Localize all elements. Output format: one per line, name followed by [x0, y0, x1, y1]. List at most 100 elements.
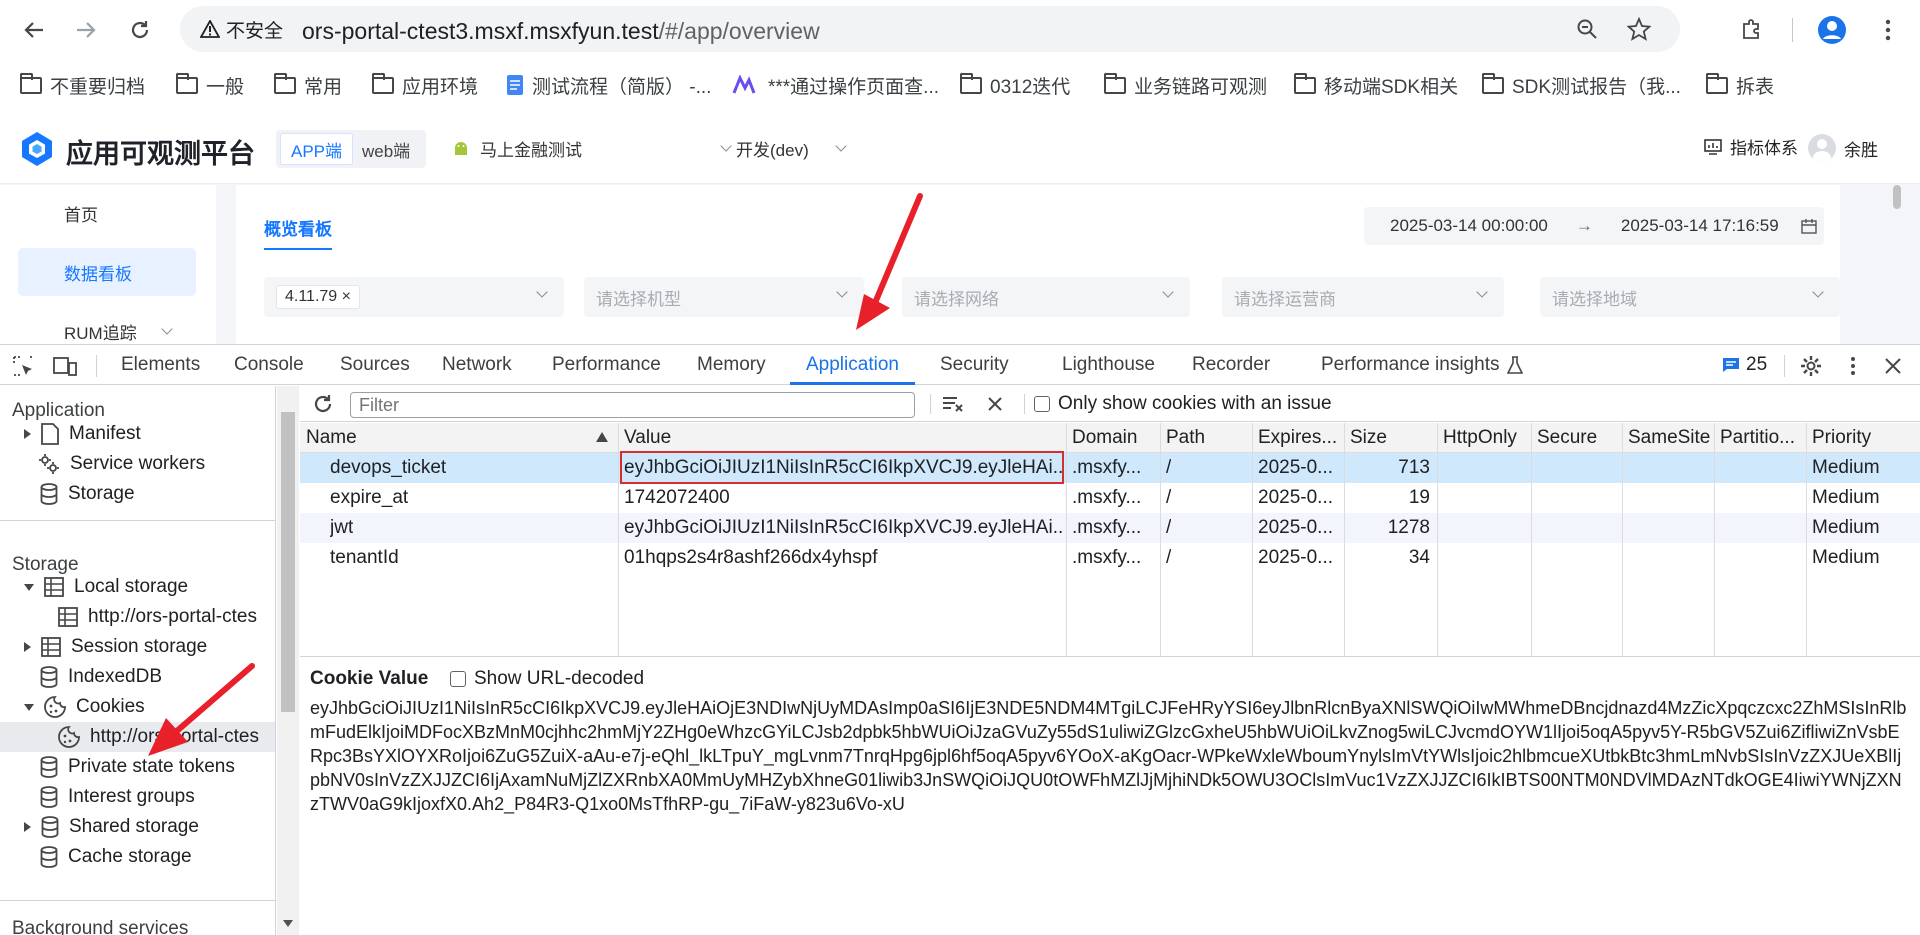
col-samesite[interactable]: SameSite [1628, 427, 1710, 449]
only-issue-checkbox[interactable] [1034, 396, 1050, 412]
page-scrollbar[interactable] [1893, 185, 1901, 209]
bookmark-item[interactable]: ***通过操作页面查... [732, 70, 939, 100]
tab-performance-insights[interactable]: Performance insights [1321, 345, 1524, 385]
show-decoded-row[interactable]: Show URL-decoded [450, 668, 644, 690]
side-item-home[interactable]: 首页 [18, 189, 196, 237]
col-value[interactable]: Value [624, 427, 671, 449]
tab-network[interactable]: Network [442, 345, 512, 385]
tab-sources[interactable]: Sources [340, 345, 410, 385]
tree-storage[interactable]: Storage [40, 479, 135, 509]
bookmark-item[interactable]: 一般 [176, 70, 244, 100]
devtools-menu-icon[interactable] [1840, 353, 1866, 379]
filter-input[interactable] [350, 392, 915, 418]
bookmark-item[interactable]: 测试流程（简版） -... [506, 70, 711, 100]
column-divider[interactable] [618, 423, 619, 656]
date-range-picker[interactable]: 2025-03-14 00:00:00 → 2025-03-14 17:16:5… [1364, 207, 1824, 245]
extensions-icon[interactable] [1734, 12, 1770, 48]
tree-shared-storage[interactable]: Shared storage [24, 812, 199, 842]
tree-indexeddb[interactable]: IndexedDB [40, 662, 162, 692]
bookmark-item[interactable]: SDK测试报告（我... [1482, 70, 1681, 100]
column-divider[interactable] [1806, 423, 1807, 656]
carrier-select[interactable]: 请选择运营商 [1222, 277, 1504, 317]
tab-performance[interactable]: Performance [552, 345, 661, 385]
cookie-value-text[interactable]: eyJhbGciOiJIUzI1NiIsInR5cCI6IkpXVCJ9.eyJ… [310, 696, 1910, 816]
clear-all-icon[interactable] [982, 391, 1008, 417]
bookmark-item[interactable]: 移动端SDK相关 [1294, 70, 1458, 100]
profile-icon[interactable] [1814, 12, 1850, 48]
col-httponly[interactable]: HttpOnly [1443, 427, 1517, 449]
tree-session-storage[interactable]: Session storage [24, 632, 207, 662]
tree-manifest[interactable]: Manifest [24, 419, 141, 449]
column-divider[interactable] [1714, 423, 1715, 656]
security-chip[interactable]: 不安全 [192, 15, 293, 43]
network-select[interactable]: 请选择网络 [902, 277, 1190, 317]
table-row[interactable]: expire_at 1742072400 .msxfy... / 2025-0.… [300, 483, 1920, 513]
col-secure[interactable]: Secure [1537, 427, 1597, 449]
tree-cookies-origin[interactable]: http://ors-portal-ctes [0, 722, 275, 752]
column-divider[interactable] [1160, 423, 1161, 656]
expand-arrow-icon[interactable] [24, 642, 31, 652]
bookmark-item[interactable]: 不重要归档 [20, 70, 145, 100]
col-path[interactable]: Path [1166, 427, 1205, 449]
tree-local-storage[interactable]: Local storage [24, 572, 188, 602]
app-select[interactable]: 马上金融测试 [452, 136, 732, 161]
col-domain[interactable]: Domain [1072, 427, 1137, 449]
region-select[interactable]: 请选择地域 [1540, 277, 1840, 317]
user-menu[interactable]: 余胜 [1808, 134, 1878, 162]
sort-ascending-icon[interactable] [596, 432, 608, 442]
bookmark-item[interactable]: 应用环境 [372, 70, 478, 100]
settings-gear-icon[interactable] [1798, 353, 1824, 379]
refresh-icon[interactable] [310, 391, 336, 417]
collapse-arrow-icon[interactable] [24, 703, 34, 711]
table-row[interactable]: jwt eyJhbGciOiJIUzI1NiIsInR5cCI6IkpXVCJ9… [300, 513, 1920, 543]
col-partition[interactable]: Partitio... [1720, 427, 1806, 449]
tab-console[interactable]: Console [234, 345, 304, 385]
reload-button[interactable] [120, 10, 160, 50]
menu-kebab-icon[interactable] [1870, 12, 1906, 48]
tab-lighthouse[interactable]: Lighthouse [1062, 345, 1155, 385]
back-button[interactable] [14, 10, 54, 50]
table-row[interactable]: tenantId 01hqps2s4r8ashf266dx4yhspf .msx… [300, 543, 1920, 573]
app-segment-button[interactable]: APP端 [280, 133, 354, 165]
bookmark-star-icon[interactable] [1624, 14, 1654, 44]
tab-application[interactable]: Application [790, 345, 915, 385]
tree-private-state-tokens[interactable]: Private state tokens [40, 752, 235, 782]
bookmark-item[interactable]: 常用 [274, 70, 342, 100]
tree-local-storage-origin[interactable]: http://ors-portal-ctes [58, 602, 257, 632]
device-select[interactable]: 请选择机型 [584, 277, 864, 317]
close-icon[interactable]: × [342, 288, 351, 305]
version-select[interactable]: 4.11.79 × [264, 277, 564, 317]
tab-elements[interactable]: Elements [121, 345, 200, 385]
tree-cookies[interactable]: Cookies [24, 692, 145, 722]
column-divider[interactable] [1066, 423, 1067, 656]
bookmark-item[interactable]: 拆表 [1706, 70, 1774, 100]
bookmark-item[interactable]: 0312迭代 [960, 70, 1070, 100]
scrollbar-thumb[interactable] [281, 412, 295, 712]
col-name[interactable]: Name [306, 427, 357, 449]
expand-arrow-icon[interactable] [24, 822, 31, 832]
tree-interest-groups[interactable]: Interest groups [40, 782, 195, 812]
column-divider[interactable] [1252, 423, 1253, 656]
column-divider[interactable] [1622, 423, 1623, 656]
scroll-down-icon[interactable] [283, 920, 293, 928]
env-select[interactable]: 开发(dev) [736, 136, 847, 161]
col-expires[interactable]: Expires... [1258, 427, 1337, 449]
col-size[interactable]: Size [1350, 427, 1387, 449]
web-segment-button[interactable]: web端 [352, 133, 420, 165]
sidebar-scrollbar[interactable] [277, 386, 299, 935]
expand-arrow-icon[interactable] [24, 429, 31, 439]
only-issue-checkbox-row[interactable]: Only show cookies with an issue [1034, 393, 1332, 415]
address-bar[interactable]: 不安全 ors-portal-ctest3.msxf.msxfyun.test/… [180, 6, 1680, 52]
inspect-element-icon[interactable] [10, 353, 36, 379]
zoom-icon[interactable] [1572, 14, 1602, 44]
bookmark-item[interactable]: 业务链路可观测 [1104, 70, 1267, 100]
tab-memory[interactable]: Memory [697, 345, 766, 385]
collapse-arrow-icon[interactable] [24, 583, 34, 591]
device-toolbar-icon[interactable] [52, 353, 78, 379]
metrics-link[interactable]: 指标体系 [1704, 134, 1798, 159]
tab-recorder[interactable]: Recorder [1192, 345, 1270, 385]
tree-cache-storage[interactable]: Cache storage [40, 842, 192, 872]
table-row[interactable]: devops_ticket eyJhbGciOiJIUzI1NiIsInR5cC… [300, 453, 1920, 483]
column-divider[interactable] [1344, 423, 1345, 656]
issues-badge[interactable]: 25 [1722, 345, 1767, 385]
